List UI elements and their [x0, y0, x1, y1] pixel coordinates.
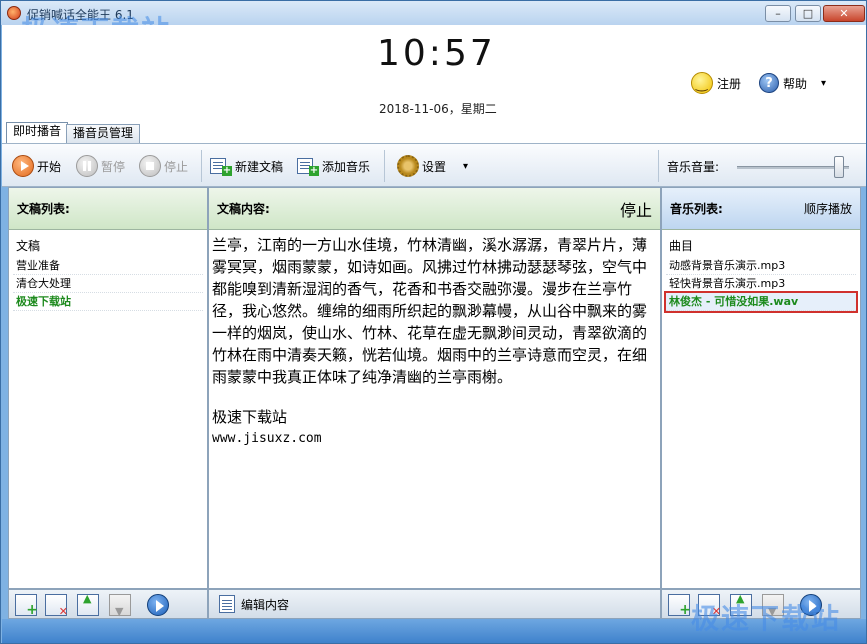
move-down-icon[interactable] — [109, 594, 131, 618]
doc-url: www.jisuxz.com — [212, 431, 322, 446]
new-doc-icon: + — [210, 156, 232, 176]
list-item[interactable]: 极速下载站 — [13, 293, 203, 311]
doc-content-actions: 编辑内容 — [208, 589, 661, 619]
music-list-header: 音乐列表: 顺序播放 — [662, 188, 860, 230]
delete-doc-icon[interactable] — [45, 594, 68, 618]
help-icon: ? — [759, 73, 779, 93]
music-list-title: 音乐列表: — [670, 202, 723, 216]
edit-content-label: 编辑内容 — [241, 597, 290, 612]
doc-content-text[interactable]: 兰亭，江南的一方山水佳境，竹林清幽，溪水潺潺，青翠片片，薄雾冥冥，烟雨蒙蒙，如诗… — [209, 230, 660, 454]
add-doc-icon[interactable] — [15, 594, 38, 618]
minimize-button[interactable]: – — [765, 5, 791, 22]
music-list-panel: 音乐列表: 顺序播放 曲目 动感背景音乐演示.mp3 轻快背景音乐演示.mp3 … — [661, 187, 861, 589]
toolbar-divider — [658, 150, 659, 182]
start-button[interactable]: 开始 — [12, 154, 61, 178]
doc-content-title: 文稿内容: — [217, 202, 270, 216]
stop-label: 停止 — [164, 159, 189, 174]
playback-status: 停止 — [619, 200, 652, 220]
close-button[interactable]: ✕ — [823, 5, 865, 22]
tab-strip: 即时播音 播音员管理 — [2, 121, 866, 143]
title-bar[interactable]: 促销喊话全能王 6.1 极速下载站 – □ ✕ — [1, 1, 866, 47]
doc-list-panel: 文稿列表: 文稿 营业准备 清仓大处理 极速下载站 — [8, 187, 208, 589]
pause-button[interactable]: 暂停 — [76, 154, 125, 178]
add-music-small-icon[interactable] — [668, 594, 691, 618]
start-label: 开始 — [37, 159, 62, 174]
tab-live-broadcast[interactable]: 即时播音 — [6, 122, 69, 143]
play-icon — [12, 155, 34, 177]
doc-list-title: 文稿列表: — [17, 202, 70, 216]
doc-list: 文稿 营业准备 清仓大处理 极速下载站 — [9, 230, 207, 315]
clock-date: 2018-11-06，星期二 — [379, 102, 497, 116]
list-item[interactable]: 林俊杰 - 可惜没如果.wav — [664, 291, 858, 313]
pause-label: 暂停 — [101, 159, 126, 174]
chevron-down-icon[interactable]: ▾ — [821, 78, 826, 89]
doc-content-panel: 文稿内容: 停止 兰亭，江南的一方山水佳境，竹林清幽，溪水潺潺，青翠片片，薄雾冥… — [208, 187, 661, 589]
toolbar: 开始 暂停 停止 + 新建文稿 + 添加音乐 设置 ▾ 音乐音量: — [2, 143, 866, 187]
edit-content-button[interactable]: 编辑内容 — [219, 595, 289, 613]
toolbar-divider — [384, 150, 385, 182]
app-logo-icon — [7, 6, 21, 20]
app-window: 促销喊话全能王 6.1 极速下载站 – □ ✕ 10:57 2018-11-06… — [0, 0, 867, 644]
register-label: 注册 — [717, 76, 742, 91]
chevron-down-icon[interactable]: ▾ — [463, 161, 468, 172]
help-label: 帮助 — [783, 76, 808, 91]
doc-signature: 极速下载站 — [212, 408, 288, 426]
watermark: 极速下载站 — [691, 602, 842, 635]
volume-slider[interactable] — [737, 166, 849, 169]
volume-slider-handle[interactable] — [833, 156, 844, 178]
pause-icon — [76, 155, 98, 177]
music-list: 曲目 动感背景音乐演示.mp3 轻快背景音乐演示.mp3 林俊杰 - 可惜没如果… — [662, 230, 860, 315]
new-doc-label: 新建文稿 — [235, 159, 284, 174]
add-music-button[interactable]: + 添加音乐 — [297, 154, 370, 178]
settings-button[interactable]: 设置 ▾ — [397, 154, 468, 178]
stop-icon — [139, 155, 161, 177]
play-doc-icon[interactable] — [147, 594, 169, 616]
list-item[interactable]: 清仓大处理 — [13, 275, 203, 293]
volume-label: 音乐音量: — [667, 160, 720, 174]
play-mode[interactable]: 顺序播放 — [804, 200, 852, 217]
maximize-button[interactable]: □ — [795, 5, 821, 22]
gear-icon — [397, 155, 419, 177]
doc-list-header: 文稿列表: — [9, 188, 207, 230]
doc-list-actions — [8, 589, 208, 619]
register-link[interactable]: 注册 — [691, 71, 741, 95]
clock-time: 10:57 — [377, 33, 496, 74]
stop-button[interactable]: 停止 — [139, 154, 188, 178]
new-doc-button[interactable]: + 新建文稿 — [210, 154, 283, 178]
toolbar-divider — [201, 150, 202, 182]
doc-list-column-header: 文稿 — [16, 239, 41, 253]
list-item[interactable]: 动感背景音乐演示.mp3 — [666, 257, 856, 275]
add-music-icon: + — [297, 156, 319, 176]
list-item[interactable]: 轻快背景音乐演示.mp3 — [666, 275, 856, 293]
add-music-label: 添加音乐 — [322, 159, 371, 174]
doc-content-header: 文稿内容: 停止 — [209, 188, 660, 230]
tab-announcer-manage[interactable]: 播音员管理 — [66, 124, 141, 143]
doc-body: 兰亭，江南的一方山水佳境，竹林清幽，溪水潺潺，青翠片片，薄雾冥冥，烟雨蒙蒙，如诗… — [212, 236, 648, 386]
edit-doc-icon — [219, 595, 235, 613]
music-list-column-header: 曲目 — [669, 239, 694, 253]
move-up-icon[interactable] — [77, 592, 99, 616]
smiley-icon — [691, 72, 713, 94]
settings-label: 设置 — [422, 159, 447, 174]
list-item[interactable]: 营业准备 — [13, 257, 203, 275]
help-link[interactable]: ? 帮助 ▾ — [759, 71, 826, 95]
